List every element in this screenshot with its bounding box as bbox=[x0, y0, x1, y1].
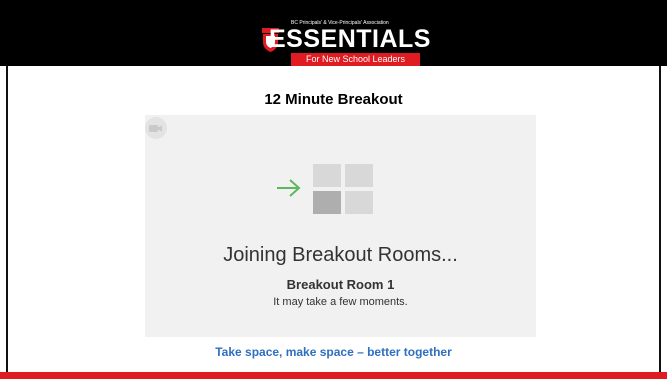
slide-left-border bbox=[6, 66, 8, 372]
bottom-accent-bar bbox=[0, 372, 667, 379]
breakout-wait-note: It may take a few moments. bbox=[273, 296, 408, 308]
header-bar: BC Principals' & Vice-Principals' Associ… bbox=[0, 0, 667, 66]
joining-status-text: Joining Breakout Rooms... bbox=[223, 244, 458, 266]
breakout-grid-icon bbox=[313, 164, 373, 214]
presentation-slide: BC Principals' & Vice-Principals' Associ… bbox=[0, 0, 667, 379]
slide-title: 12 Minute Breakout bbox=[264, 91, 403, 108]
logo-tagline: For New School Leaders bbox=[291, 53, 420, 66]
slide-right-border bbox=[659, 66, 661, 372]
logo-wordmark: ESSENTIALS bbox=[269, 25, 431, 53]
essentials-logo: BC Principals' & Vice-Principals' Associ… bbox=[261, 14, 431, 66]
breakout-room-name: Breakout Room 1 bbox=[286, 277, 395, 292]
slide-footer-tagline: Take space, make space – better together bbox=[215, 345, 452, 359]
breakout-rooms-graphic bbox=[277, 164, 373, 214]
arrow-right-icon bbox=[277, 179, 301, 197]
video-camera-icon bbox=[145, 117, 167, 139]
